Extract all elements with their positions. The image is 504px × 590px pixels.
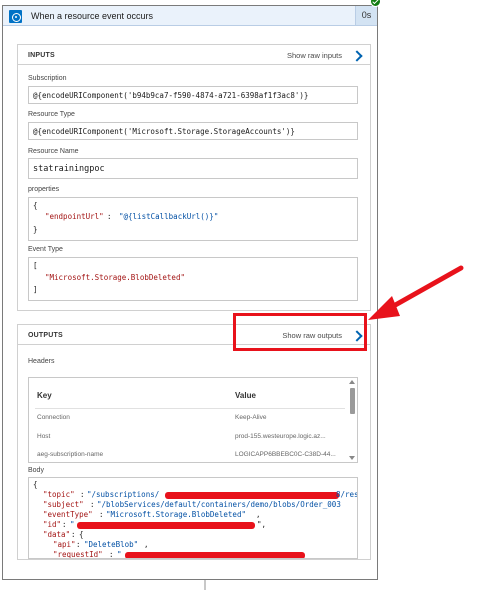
subscription-value: @{encodeURIComponent('b94b9ca7-f590-4874… [28, 86, 358, 104]
chevron-right-icon[interactable] [352, 49, 362, 61]
annotation-arrow-icon [368, 265, 464, 320]
resource-name-value: statrainingpoc [28, 158, 358, 179]
body-api-value: "DeleteBlob" [84, 540, 139, 549]
scroll-up-icon[interactable] [349, 380, 355, 384]
trigger-card: When a resource event occurs 0s INPUTS S… [2, 5, 378, 580]
body-id-value: " [70, 520, 75, 529]
annotation-highlight-box [233, 313, 367, 351]
redaction-mark [125, 552, 305, 558]
header-row-value: prod-155.westeurope.logic.az... [235, 433, 326, 440]
inputs-title: INPUTS [28, 52, 55, 59]
body-api-key: "api" [53, 540, 76, 549]
body-open-brace: { [33, 480, 38, 489]
redaction-mark [165, 492, 339, 499]
properties-label: properties [28, 186, 60, 193]
body-topic-key: "topic" [43, 490, 75, 499]
header-row-key: Host [37, 433, 51, 440]
body-requestid-key: "requestId" [53, 550, 103, 559]
subscription-label: Subscription [28, 75, 67, 82]
trigger-title: When a resource event occurs [31, 11, 154, 21]
properties-close-brace: } [33, 225, 38, 234]
outputs-title: OUTPUTS [28, 332, 63, 339]
properties-key: "endpointUrl" [45, 212, 104, 221]
event-type-value: "Microsoft.Storage.BlobDeleted" [45, 273, 185, 282]
show-raw-inputs-link[interactable]: Show raw inputs [287, 51, 342, 60]
properties-code: { "endpointUrl" : "@{listCallbackUrl()}"… [28, 197, 358, 241]
body-data-open-brace: { [79, 530, 84, 539]
properties-colon: : [107, 212, 112, 221]
event-type-open-bracket: [ [33, 261, 38, 270]
body-subject-value: "/blobServices/default/containers/demo/b… [97, 500, 341, 509]
body-colon: : [90, 500, 95, 509]
header-row-key: Connection [37, 414, 70, 421]
body-colon: : [71, 530, 76, 539]
event-type-label: Event Type [28, 246, 63, 253]
body-colon: : [76, 540, 81, 549]
body-comma: ", [257, 520, 267, 529]
headers-table: Key Value Connection Keep-Alive Host pro… [28, 377, 358, 463]
header-row-value: LOGICAPP6BBEBC0C-C38D-44... [235, 451, 336, 458]
headers-scrollbar-thumb[interactable] [350, 388, 355, 414]
scroll-down-icon[interactable] [349, 456, 355, 460]
headers-label: Headers [28, 358, 55, 365]
body-label: Body [28, 467, 44, 474]
duration-badge: 0s [355, 6, 377, 25]
outputs-panel: OUTPUTS Show raw outputs Headers Key Val… [17, 324, 371, 560]
properties-value: "@{listCallbackUrl()}" [119, 212, 219, 221]
resource-type-label: Resource Type [28, 111, 75, 118]
redaction-mark [77, 522, 255, 529]
headers-key-column: Key [37, 391, 52, 400]
inputs-panel: INPUTS Show raw inputs Subscription @{en… [17, 44, 371, 311]
trigger-card-header[interactable]: When a resource event occurs 0s [3, 6, 377, 26]
body-topic-value-end: 8/res [336, 490, 358, 499]
body-eventtype-key: "eventType" [43, 510, 93, 519]
body-requestid-value: " [117, 550, 122, 559]
header-row-value: Keep-Alive [235, 414, 267, 421]
body-eventtype-value: "Microsoft.Storage.BlobDeleted" [106, 510, 246, 519]
event-type-close-bracket: ] [33, 285, 38, 294]
headers-divider [35, 408, 345, 409]
event-type-code: [ "Microsoft.Storage.BlobDeleted" ] [28, 257, 358, 301]
body-colon: : [62, 520, 67, 529]
body-colon: : [109, 550, 114, 559]
properties-open-brace: { [33, 201, 38, 210]
body-data-key: "data" [43, 530, 71, 539]
event-grid-icon [9, 10, 22, 23]
resource-type-value: @{encodeURIComponent('Microsoft.Storage.… [28, 122, 358, 140]
body-colon: : [99, 510, 104, 519]
body-comma: , [256, 510, 261, 519]
resource-name-label: Resource Name [28, 148, 79, 155]
body-code: { "topic" : "/subscriptions/ 8/res "subj… [28, 477, 358, 559]
body-topic-value: "/subscriptions/ [87, 490, 160, 499]
headers-value-column: Value [235, 391, 256, 400]
body-comma: , [144, 540, 149, 549]
body-colon: : [80, 490, 85, 499]
inputs-header: INPUTS Show raw inputs [18, 45, 370, 65]
body-id-key: "id" [43, 520, 62, 529]
success-check-icon [370, 0, 381, 7]
header-row-key: aeg-subscription-name [37, 451, 104, 458]
body-subject-key: "subject" [43, 500, 84, 509]
